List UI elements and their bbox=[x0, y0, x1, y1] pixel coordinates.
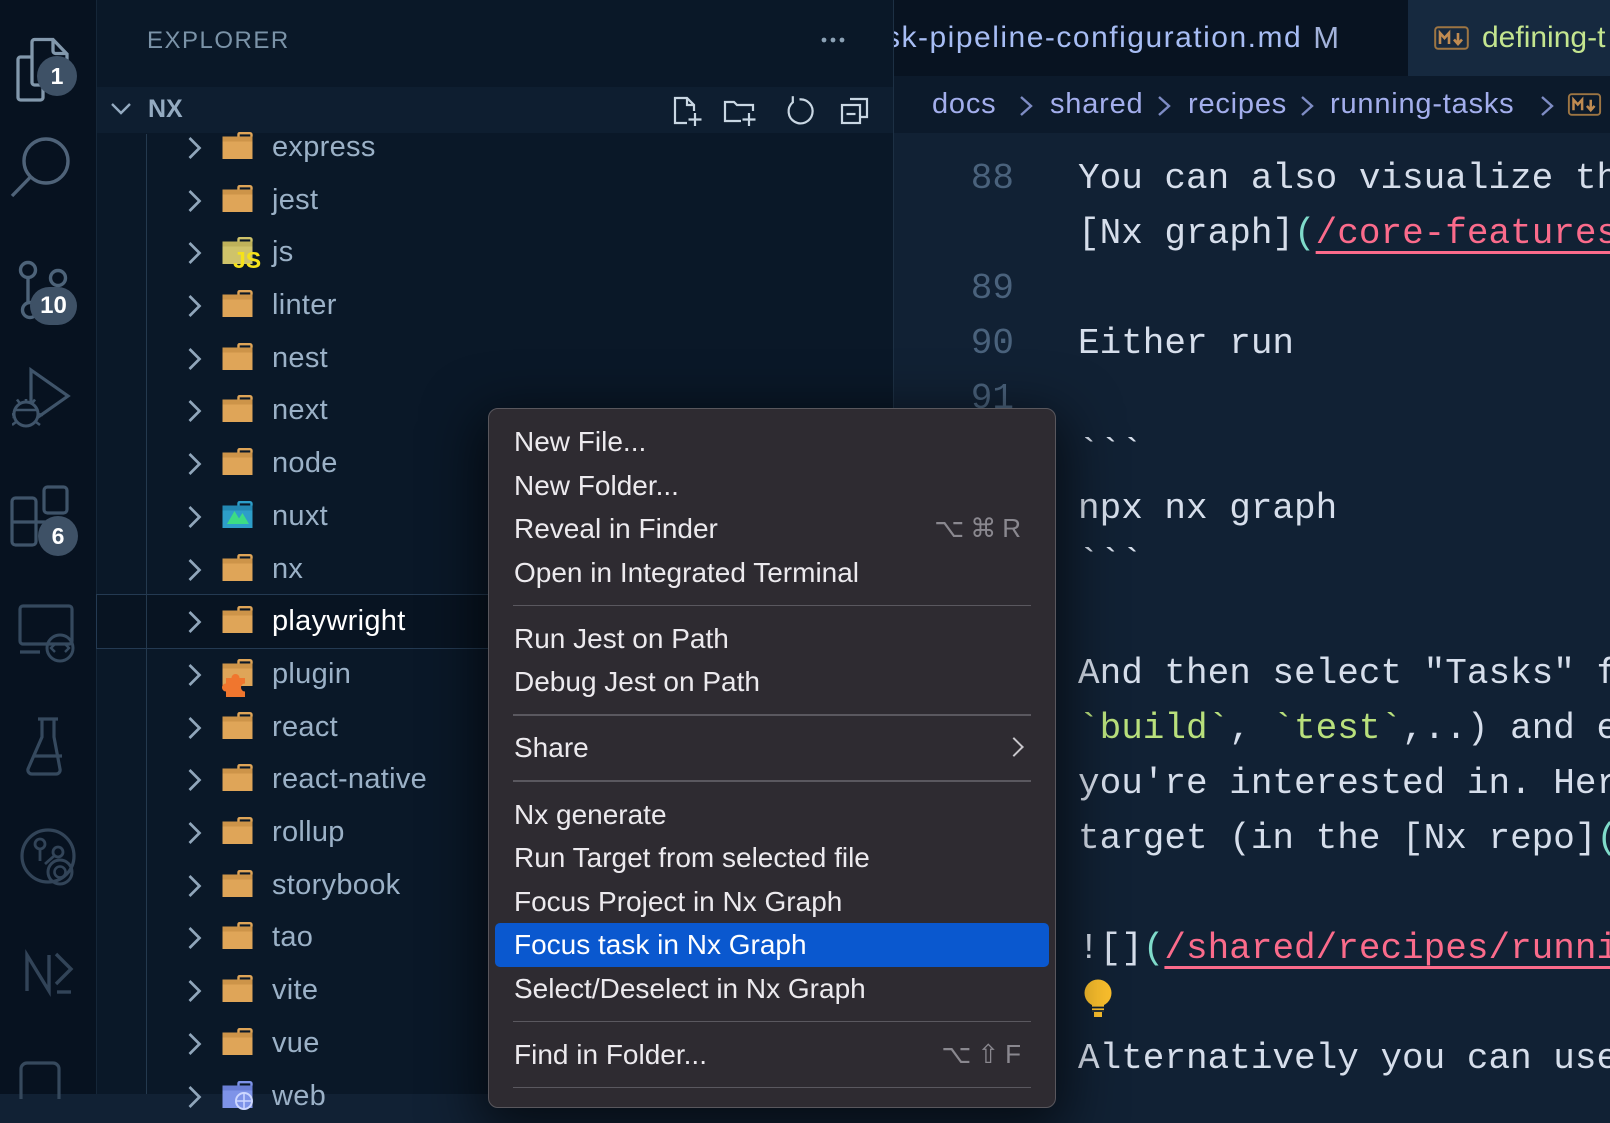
svg-text:JS: JS bbox=[233, 247, 261, 273]
